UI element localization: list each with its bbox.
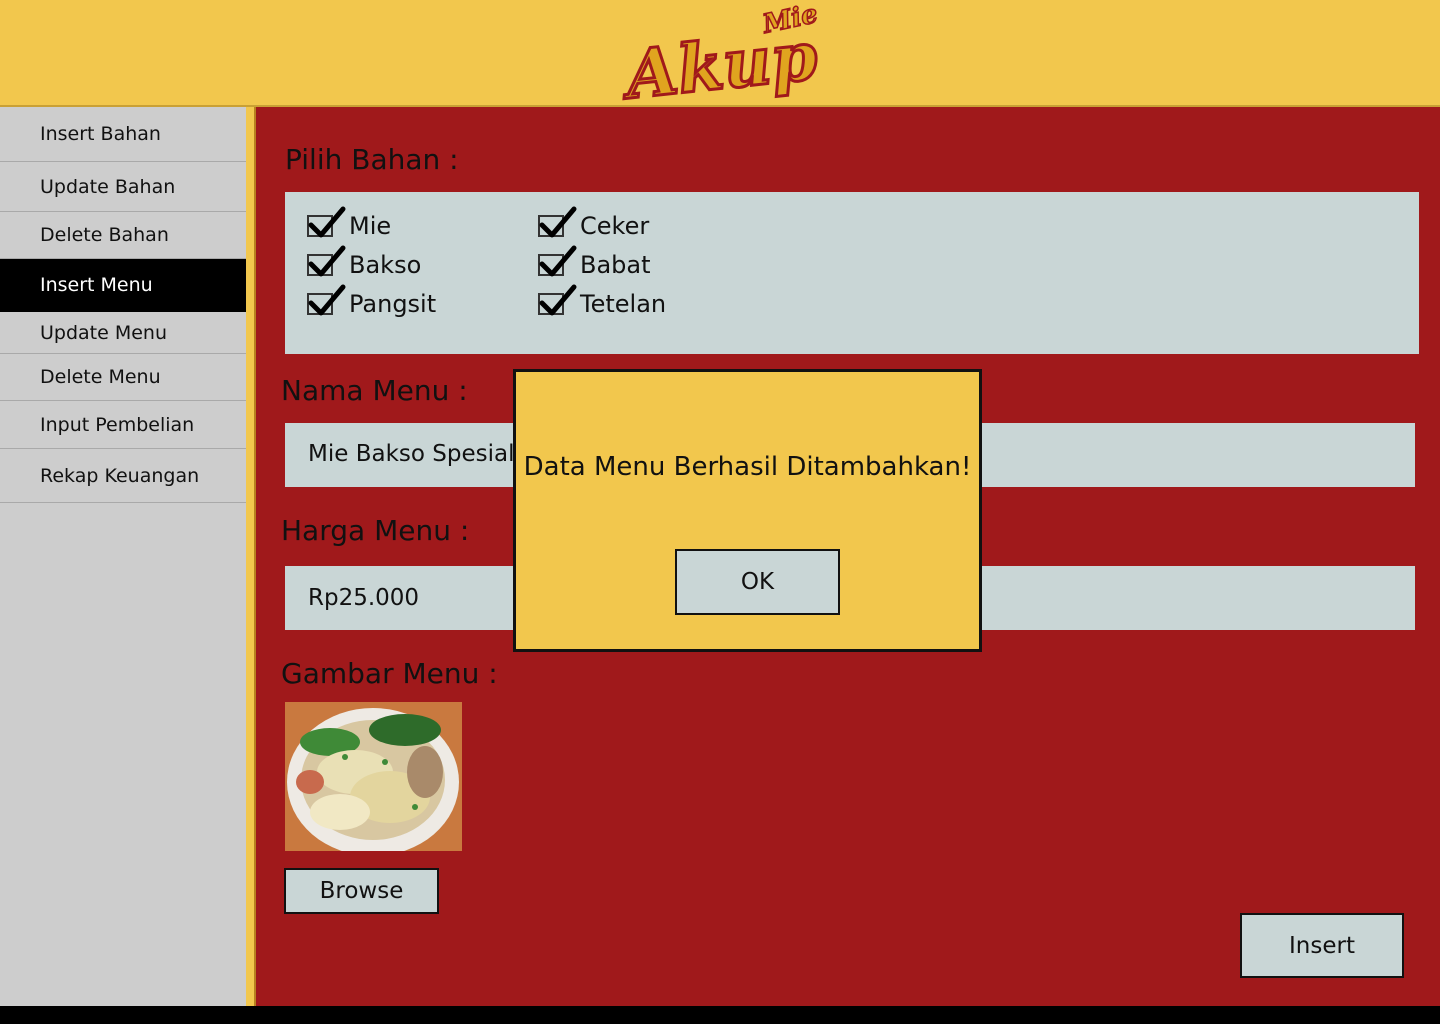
sidebar-item-label: Delete Bahan [40,224,169,246]
harga-menu-label: Harga Menu : [281,514,470,547]
sidebar-item-label: Input Pembelian [40,413,195,436]
sidebar-item-update-menu[interactable]: Update Menu [0,312,246,354]
nama-menu-label: Nama Menu : [281,374,468,407]
sidebar-item-input-pembelian[interactable]: Input Pembelian [0,401,246,449]
sidebar-item-delete-bahan[interactable]: Delete Bahan [0,212,246,259]
sidebar-item-delete-menu[interactable]: Delete Menu [0,354,246,401]
success-dialog: Data Menu Berhasil Ditambahkan! OK [513,369,982,652]
checkbox-checked-icon[interactable] [307,245,346,277]
dialog-message: Data Menu Berhasil Ditambahkan! [523,452,972,482]
sidebar-divider [246,107,256,1006]
ingredient-bakso[interactable]: Bakso [307,245,422,279]
sidebar-item-label: Delete Menu [40,366,161,388]
sidebar-item-update-bahan[interactable]: Update Bahan [0,162,246,212]
browse-button[interactable]: Browse [284,868,439,914]
pilih-bahan-label: Pilih Bahan : [285,143,459,176]
ingredient-label: Babat [580,251,651,279]
svg-text:Akup: Akup [617,16,821,103]
bottom-bar [0,1006,1440,1024]
ingredient-label: Mie [349,212,392,240]
ok-button-label: OK [740,569,775,595]
checkbox-checked-icon[interactable] [307,284,346,316]
ok-button[interactable]: OK [675,549,840,615]
ingredient-ceker[interactable]: Ceker [538,206,650,240]
ingredient-pangsit[interactable]: Pangsit [307,284,437,318]
ingredients-panel: Mie Bakso Pangsit Ceker Babat Tetelan [285,192,1419,354]
sidebar-item-label: Insert Menu [40,274,153,296]
ingredient-babat[interactable]: Babat [538,245,651,279]
ingredient-label: Tetelan [580,290,667,318]
ingredient-label: Ceker [580,212,650,240]
gambar-menu-label: Gambar Menu : [281,657,498,690]
ingredient-mie[interactable]: Mie [307,206,392,240]
browse-button-label: Browse [319,878,404,904]
checkbox-checked-icon[interactable] [538,206,577,238]
sidebar-item-rekap-keuangan[interactable]: Rekap Keuangan [0,449,246,503]
checkbox-checked-icon[interactable] [307,206,346,238]
nama-menu-value: Mie Bakso Spesial [308,441,515,467]
sidebar-item-label: Rekap Keuangan [40,464,200,487]
checkbox-checked-icon[interactable] [538,284,577,316]
ingredient-label: Bakso [349,251,422,279]
mie-akup-logo: Mie Akup [615,3,822,103]
sidebar: Insert Bahan Update Bahan Delete Bahan I… [0,107,246,1006]
sidebar-item-label: Update Bahan [40,175,176,198]
ingredient-label: Pangsit [349,290,437,318]
insert-button-label: Insert [1289,932,1355,959]
app-header: Mie Akup [0,0,1440,107]
ingredient-tetelan[interactable]: Tetelan [538,284,667,318]
checkbox-checked-icon[interactable] [538,245,577,277]
menu-image [285,702,462,851]
harga-menu-value: Rp25.000 [308,585,420,611]
sidebar-item-insert-menu[interactable]: Insert Menu [0,259,246,312]
sidebar-item-label: Update Menu [40,321,168,344]
sidebar-item-insert-bahan[interactable]: Insert Bahan [0,107,246,162]
insert-button[interactable]: Insert [1240,913,1404,978]
sidebar-item-label: Insert Bahan [40,123,161,145]
